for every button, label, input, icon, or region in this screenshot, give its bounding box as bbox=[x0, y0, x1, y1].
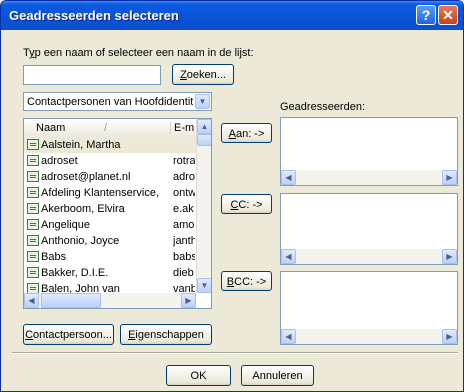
scroll-up-icon[interactable]: ▲ bbox=[197, 119, 211, 134]
help-button[interactable]: ? bbox=[416, 5, 436, 25]
contact-card-icon bbox=[27, 219, 39, 230]
contact-card-icon bbox=[27, 235, 39, 246]
to-horizontal-scrollbar[interactable]: ◀ ▶ bbox=[281, 170, 457, 185]
cc-recipients-box[interactable]: ◀ ▶ bbox=[280, 193, 458, 265]
search-label: Typ een naam of selecteer een naam in de… bbox=[23, 47, 254, 59]
contacts-list-header: Naam / E-m bbox=[24, 119, 196, 138]
scroll-thumb[interactable] bbox=[41, 293, 101, 308]
search-input[interactable] bbox=[23, 65, 161, 85]
contact-button[interactable]: Contactpersoon... bbox=[23, 324, 114, 345]
contact-card-icon bbox=[27, 267, 39, 278]
contact-row[interactable]: Akerboom, Elvira e.ak bbox=[24, 201, 196, 217]
add-to-button[interactable]: Aan: -> bbox=[221, 123, 272, 143]
contact-card-icon bbox=[27, 155, 39, 166]
scroll-left-icon[interactable]: ◀ bbox=[281, 249, 296, 264]
title-bar[interactable]: Geadresseerden selecteren ? ✕ bbox=[1, 1, 463, 30]
scroll-right-icon[interactable]: ▶ bbox=[442, 170, 457, 185]
contact-row[interactable]: Balen, John van vanb bbox=[24, 281, 196, 293]
cancel-button[interactable]: Annuleren bbox=[241, 365, 314, 386]
scroll-right-icon[interactable]: ▶ bbox=[442, 329, 457, 344]
recipients-label: Geadresseerden: bbox=[280, 101, 365, 113]
divider bbox=[12, 352, 458, 354]
bcc-horizontal-scrollbar[interactable]: ◀ ▶ bbox=[281, 329, 457, 344]
contact-row[interactable]: Babs babs bbox=[24, 249, 196, 265]
bcc-recipients-box[interactable]: ◀ ▶ bbox=[280, 271, 458, 345]
sort-indicator-icon: / bbox=[104, 122, 108, 134]
search-button[interactable]: Zoeken... bbox=[172, 64, 234, 85]
scroll-right-icon[interactable]: ▶ bbox=[181, 293, 196, 308]
contact-row[interactable]: Anthonio, Joyce janth bbox=[24, 233, 196, 249]
contact-card-icon bbox=[27, 283, 39, 293]
to-recipients-box[interactable]: ◀ ▶ bbox=[280, 117, 458, 186]
contact-row[interactable]: Aalstein, Martha bbox=[24, 137, 196, 153]
properties-button[interactable]: Eigenschappen bbox=[120, 324, 212, 345]
contact-card-icon bbox=[27, 171, 39, 182]
chevron-down-icon[interactable]: ▼ bbox=[195, 94, 210, 109]
address-book-value: Contactpersonen van Hoofdidentiteit bbox=[27, 96, 193, 108]
contact-card-icon bbox=[27, 203, 39, 214]
dialog-title: Geadresseerden selecteren bbox=[9, 8, 179, 23]
dialog-window: Geadresseerden selecteren ? ✕ Typ een na… bbox=[0, 0, 464, 392]
column-header-name[interactable]: Naam bbox=[36, 122, 65, 134]
scroll-left-icon[interactable]: ◀ bbox=[281, 329, 296, 344]
close-button[interactable]: ✕ bbox=[438, 5, 458, 25]
cc-horizontal-scrollbar[interactable]: ◀ ▶ bbox=[281, 249, 457, 264]
scroll-left-icon[interactable]: ◀ bbox=[281, 170, 296, 185]
contact-row[interactable]: Angeliqueamor bbox=[24, 217, 196, 233]
contacts-horizontal-scrollbar[interactable]: ◀ ▶ bbox=[24, 293, 196, 308]
contact-row[interactable]: adroset@planet.nladro: bbox=[24, 169, 196, 185]
contacts-list[interactable]: Naam / E-m Aalstein, Martha adroset rotra… bbox=[23, 118, 212, 309]
contact-card-icon bbox=[27, 187, 39, 198]
scroll-left-icon[interactable]: ◀ bbox=[24, 293, 39, 308]
add-bcc-button[interactable]: BCC: -> bbox=[221, 271, 272, 291]
scroll-right-icon[interactable]: ▶ bbox=[442, 249, 457, 264]
contact-card-icon bbox=[27, 251, 39, 262]
scroll-thumb[interactable] bbox=[197, 134, 211, 146]
ok-button[interactable]: OK bbox=[166, 365, 231, 386]
contact-card-icon bbox=[27, 139, 39, 150]
column-header-email[interactable]: E-m bbox=[170, 122, 194, 134]
contact-row[interactable]: adroset rotra bbox=[24, 153, 196, 169]
contacts-vertical-scrollbar[interactable]: ▲ ▼ bbox=[196, 119, 211, 293]
scroll-down-icon[interactable]: ▼ bbox=[197, 278, 211, 293]
contact-row[interactable]: Afdeling Klantenservice, ... ontw bbox=[24, 185, 196, 201]
contact-row[interactable]: Bakker, D.I.E. dieb bbox=[24, 265, 196, 281]
add-cc-button[interactable]: CC: -> bbox=[221, 194, 272, 214]
address-book-select[interactable]: Contactpersonen van Hoofdidentiteit ▼ bbox=[23, 92, 212, 111]
